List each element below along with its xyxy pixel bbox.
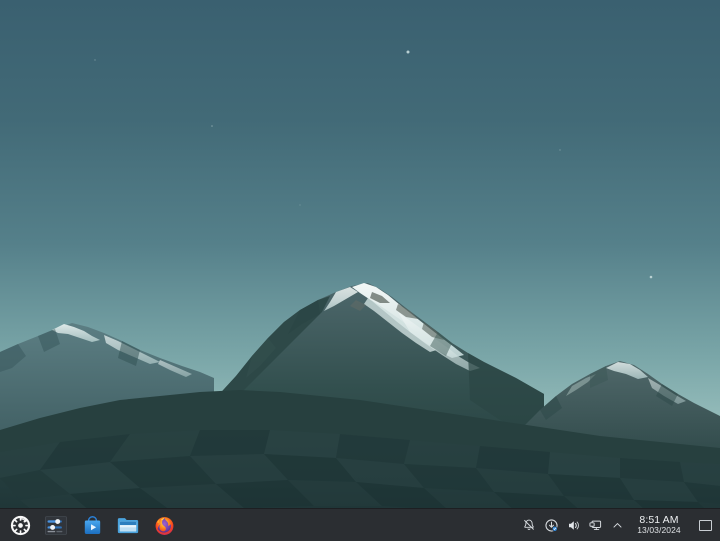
system-tray: 8:51 AM 13/03/2024 (518, 509, 720, 541)
kubuntu-logo-icon (10, 515, 30, 535)
sliders-icon (45, 515, 67, 535)
notifications-tray-icon[interactable] (518, 509, 540, 541)
chevron-up-icon (613, 522, 621, 528)
update-icon (544, 518, 558, 532)
clock-widget[interactable]: 8:51 AM 13/03/2024 (628, 509, 690, 541)
taskbar-launchers (0, 509, 182, 541)
shopping-bag-icon (84, 515, 100, 534)
firefox-icon (155, 516, 173, 535)
taskbar-task-area[interactable] (182, 509, 518, 541)
dolphin-button[interactable] (110, 509, 146, 541)
clock-date: 13/03/2024 (637, 525, 681, 536)
folder-icon (117, 518, 139, 534)
speaker-icon (568, 520, 579, 530)
updates-tray-icon[interactable] (540, 509, 562, 541)
taskbar[interactable]: 8:51 AM 13/03/2024 (0, 508, 720, 541)
show-desktop-button[interactable] (690, 509, 720, 541)
wallpaper (0, 0, 720, 541)
square-outline-icon (698, 519, 712, 531)
discover-button[interactable] (74, 509, 110, 541)
system-settings-button[interactable] (38, 509, 74, 541)
bell-slash-icon (524, 519, 534, 530)
monitor-icon (588, 520, 601, 530)
application-launcher-button[interactable] (2, 509, 38, 541)
display-tray-icon[interactable] (584, 509, 606, 541)
firefox-button[interactable] (146, 509, 182, 541)
desktop[interactable]: 8:51 AM 13/03/2024 (0, 0, 720, 541)
show-hidden-tray-icon[interactable] (606, 509, 628, 541)
volume-tray-icon[interactable] (562, 509, 584, 541)
